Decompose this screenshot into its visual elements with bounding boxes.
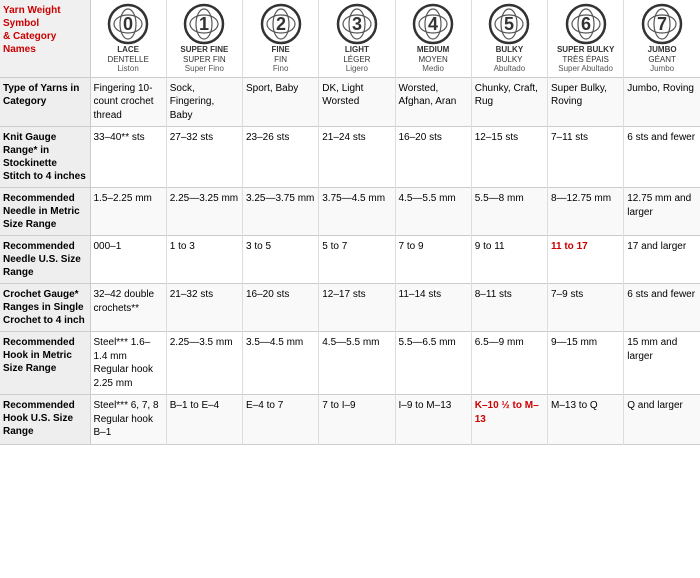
weight-col-1: 1SUPER FINESUPER FINSuper Fino [166,0,242,77]
cell-4-1: 21–32 sts [166,284,242,332]
weight-col-4: 4MEDIUMMOYENMedio [395,0,471,77]
cell-0-1: Sock, Fingering, Baby [166,77,242,127]
row-label-4: Crochet Gauge* Ranges in Single Crochet … [0,284,90,332]
svg-text:3: 3 [352,14,362,34]
cell-0-6: Super Bulky, Roving [548,77,624,127]
weight-col-3: 3LIGHTLÉGERLigero [319,0,395,77]
data-row-5: Recommended Hook in Metric Size RangeSte… [0,332,700,395]
svg-text:1: 1 [199,14,209,34]
cell-3-3: 5 to 7 [319,236,395,284]
cell-3-1: 1 to 3 [166,236,242,284]
cell-3-7: 17 and larger [624,236,700,284]
cell-5-2: 3.5—4.5 mm [243,332,319,395]
svg-text:5: 5 [504,14,514,34]
row-label-2: Recommended Needle in Metric Size Range [0,188,90,236]
cell-4-0: 32–42 double crochets** [90,284,166,332]
cell-2-0: 1.5–2.25 mm [90,188,166,236]
cell-4-3: 12–17 sts [319,284,395,332]
cell-3-4: 7 to 9 [395,236,471,284]
cell-2-2: 3.25—3.75 mm [243,188,319,236]
cell-6-1: B–1 to E–4 [166,395,242,445]
cell-1-2: 23–26 sts [243,127,319,188]
cell-4-4: 11–14 sts [395,284,471,332]
cell-5-0: Steel*** 1.6–1.4 mm Regular hook 2.25 mm [90,332,166,395]
svg-text:6: 6 [581,14,591,34]
cell-4-2: 16–20 sts [243,284,319,332]
header-label: Yarn Weight Symbol & Category Names [0,0,90,77]
cell-4-6: 7–9 sts [548,284,624,332]
table-title: Yarn Weight Symbol & Category Names [3,5,61,55]
cell-1-5: 12–15 sts [471,127,547,188]
cell-5-5: 6.5—9 mm [471,332,547,395]
row-label-3: Recommended Needle U.S. Size Range [0,236,90,284]
cell-6-0: Steel*** 6, 7, 8 Regular hook B–1 [90,395,166,445]
cell-4-5: 8–11 sts [471,284,547,332]
cell-1-7: 6 sts and fewer [624,127,700,188]
cell-6-7: Q and larger [624,395,700,445]
cell-2-7: 12.75 mm and larger [624,188,700,236]
cell-2-1: 2.25—3.25 mm [166,188,242,236]
cell-2-4: 4.5—5.5 mm [395,188,471,236]
weight-col-7: 7JUMBOGÉANTJumbo [624,0,700,77]
data-row-4: Crochet Gauge* Ranges in Single Crochet … [0,284,700,332]
data-row-3: Recommended Needle U.S. Size Range000–11… [0,236,700,284]
cell-0-4: Worsted, Afghan, Aran [395,77,471,127]
cell-3-2: 3 to 5 [243,236,319,284]
cell-2-5: 5.5—8 mm [471,188,547,236]
data-row-2: Recommended Needle in Metric Size Range1… [0,188,700,236]
cell-5-3: 4.5—5.5 mm [319,332,395,395]
svg-text:7: 7 [657,14,667,34]
row-label-1: Knit Gauge Range* in Stockinette Stitch … [0,127,90,188]
yarn-weight-table: Yarn Weight Symbol & Category Names 0LAC… [0,0,700,445]
row-label-5: Recommended Hook in Metric Size Range [0,332,90,395]
cell-6-2: E–4 to 7 [243,395,319,445]
cell-5-1: 2.25—3.5 mm [166,332,242,395]
cell-1-1: 27–32 sts [166,127,242,188]
cell-3-6: 11 to 17 [548,236,624,284]
cell-3-5: 9 to 11 [471,236,547,284]
cell-1-4: 16–20 sts [395,127,471,188]
cell-4-7: 6 sts and fewer [624,284,700,332]
cell-3-0: 000–1 [90,236,166,284]
cell-1-0: 33–40** sts [90,127,166,188]
cell-1-6: 7–11 sts [548,127,624,188]
data-row-0: Type of Yarns in CategoryFingering 10-co… [0,77,700,127]
cell-6-3: 7 to I–9 [319,395,395,445]
cell-0-2: Sport, Baby [243,77,319,127]
data-row-1: Knit Gauge Range* in Stockinette Stitch … [0,127,700,188]
svg-text:4: 4 [428,14,438,34]
cell-5-6: 9—15 mm [548,332,624,395]
row-label-6: Recommended Hook U.S. Size Range [0,395,90,445]
cell-2-6: 8—12.75 mm [548,188,624,236]
svg-text:2: 2 [276,14,286,34]
cell-5-4: 5.5—6.5 mm [395,332,471,395]
cell-0-7: Jumbo, Roving [624,77,700,127]
data-row-6: Recommended Hook U.S. Size RangeSteel***… [0,395,700,445]
main-container: Yarn Weight Symbol & Category Names 0LAC… [0,0,700,445]
weight-col-6: 6SUPER BULKYTRÈS ÉPAISSuper Abultado [548,0,624,77]
cell-0-5: Chunky, Craft, Rug [471,77,547,127]
cell-0-3: DK, Light Worsted [319,77,395,127]
cell-1-3: 21–24 sts [319,127,395,188]
svg-text:0: 0 [123,14,133,34]
cell-6-6: M–13 to Q [548,395,624,445]
cell-5-7: 15 mm and larger [624,332,700,395]
cell-0-0: Fingering 10-count crochet thread [90,77,166,127]
weight-col-2: 2FINEFINFino [243,0,319,77]
weight-col-5: 5BULKYBULKYAbultado [471,0,547,77]
row-label-0: Type of Yarns in Category [0,77,90,127]
header-row: Yarn Weight Symbol & Category Names 0LAC… [0,0,700,77]
cell-6-4: I–9 to M–13 [395,395,471,445]
cell-2-3: 3.75—4.5 mm [319,188,395,236]
cell-6-5: K–10 ½ to M–13 [471,395,547,445]
weight-col-0: 0LACEDENTELLEListon [90,0,166,77]
